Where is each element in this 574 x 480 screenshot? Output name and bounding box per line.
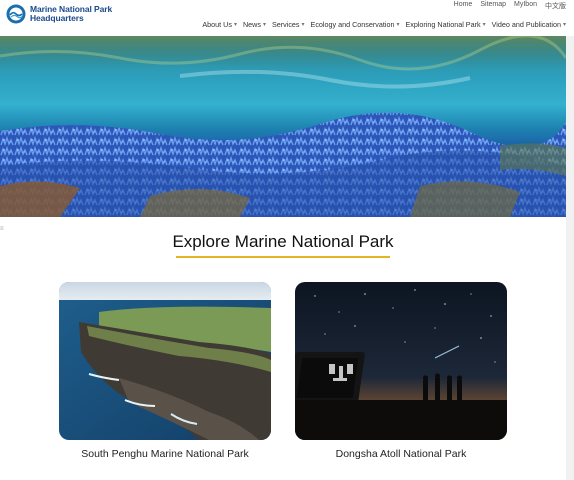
logo-text: Marine National Park Headquarters bbox=[30, 5, 112, 23]
chinese-version-link[interactable]: 中文版 bbox=[545, 1, 566, 11]
nav-label: Exploring National Park bbox=[405, 20, 481, 29]
coral-reef-photo bbox=[0, 36, 566, 217]
nav-news[interactable]: News ▾ bbox=[243, 20, 266, 29]
main-nav: About Us ▾ News ▾ Services ▾ Ecology and Co… bbox=[202, 20, 566, 29]
hero-banner bbox=[0, 36, 566, 217]
nav-label: Services bbox=[271, 20, 300, 29]
chevron-down-icon: ▾ bbox=[562, 22, 566, 28]
sitemap-link[interactable]: Sitemap bbox=[480, 1, 506, 11]
card-image[interactable] bbox=[59, 282, 271, 440]
site-logo[interactable]: Marine National Park Headquarters bbox=[6, 4, 112, 24]
logo-line-2: Headquarters bbox=[30, 13, 84, 23]
nav-about-us[interactable]: About Us ▾ bbox=[202, 20, 237, 29]
penghu-coast-photo bbox=[59, 282, 271, 440]
card-label[interactable]: Dongsha Atoll National Park bbox=[295, 448, 507, 460]
chevron-down-icon: ▾ bbox=[301, 22, 305, 28]
card-image[interactable] bbox=[295, 282, 507, 440]
card-south-penghu[interactable]: South Penghu Marine National Park bbox=[59, 282, 271, 460]
nav-label: News bbox=[242, 20, 261, 29]
card-label[interactable]: South Penghu Marine National Park bbox=[59, 448, 271, 460]
section-title: Explore Marine National Park bbox=[172, 232, 394, 251]
dongsha-night-sky-photo bbox=[295, 282, 507, 440]
chevron-down-icon: ▾ bbox=[482, 22, 486, 28]
nav-label: About Us bbox=[202, 20, 232, 29]
nav-label: Video and Publication bbox=[491, 20, 561, 29]
myibon-link[interactable]: MyIbon bbox=[514, 1, 537, 11]
card-dongsha[interactable]: Dongsha Atoll National Park bbox=[295, 282, 507, 460]
chevron-down-icon: ▾ bbox=[396, 22, 400, 28]
logo-icon bbox=[6, 4, 26, 24]
nav-ecology[interactable]: Ecology and Conservation ▾ bbox=[311, 20, 400, 29]
nav-exploring[interactable]: Exploring National Park ▾ bbox=[405, 20, 485, 29]
nav-label: Ecology and Conservation bbox=[310, 20, 395, 29]
home-link[interactable]: Home bbox=[454, 1, 473, 11]
chevron-down-icon: ▾ bbox=[233, 22, 237, 28]
utility-links: Home Sitemap MyIbon 中文版 bbox=[454, 1, 566, 11]
nav-services[interactable]: Services ▾ bbox=[272, 20, 305, 29]
nav-video[interactable]: Video and Publication ▾ bbox=[492, 20, 566, 29]
chevron-down-icon: ▾ bbox=[262, 22, 266, 28]
title-underline bbox=[176, 256, 390, 258]
scrollbar[interactable] bbox=[566, 36, 574, 480]
site-header: Marine National Park Headquarters Home S… bbox=[0, 0, 574, 36]
